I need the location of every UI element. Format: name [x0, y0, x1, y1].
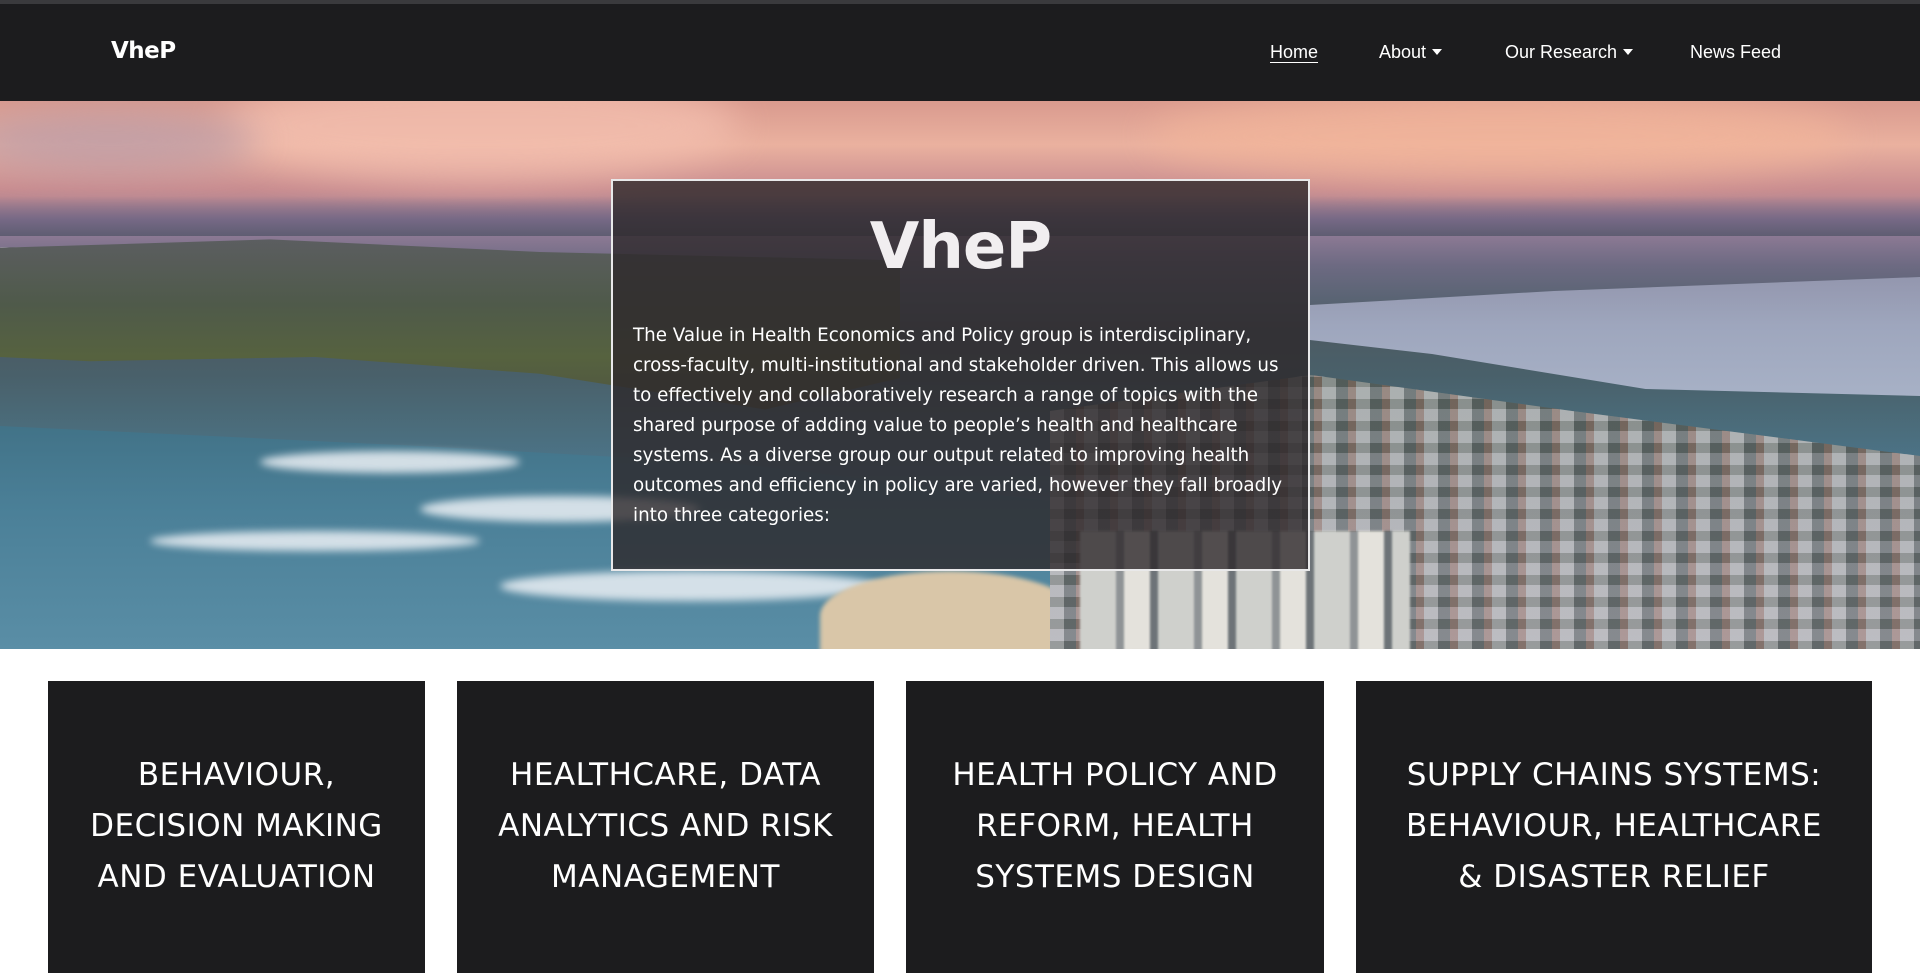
hero-description: The Value in Health Economics and Policy…	[633, 325, 1283, 526]
nav-home-link[interactable]: Home	[1270, 42, 1318, 63]
top-navbar: VheP Home About Our Research News Feed	[0, 4, 1920, 101]
harbour-water	[1310, 277, 1920, 396]
caret-down-icon	[1623, 49, 1634, 55]
hero-title: VheP	[869, 210, 1052, 284]
cloud-shape	[0, 111, 260, 171]
research-card-title: SUPPLY CHAINS SYSTEMS: BEHAVIOUR, HEALTH…	[1406, 757, 1822, 895]
surf-wave	[500, 571, 880, 601]
research-card-healthcare-data[interactable]: HEALTHCARE, DATA ANALYTICS AND RISK MANA…	[457, 681, 874, 973]
research-card-behaviour[interactable]: BEHAVIOUR, DECISION MAKING AND EVALUATIO…	[48, 681, 425, 973]
nav-our-research-label: Our Research	[1505, 42, 1618, 62]
nav-about-label: About	[1379, 42, 1427, 62]
research-card-supply-chains[interactable]: SUPPLY CHAINS SYSTEMS: BEHAVIOUR, HEALTH…	[1356, 681, 1872, 973]
cloud-shape	[1150, 101, 1850, 181]
surf-wave	[260, 451, 520, 473]
surf-wave	[150, 531, 480, 551]
intro-overlay-panel: VheP The Value in Health Economics and P…	[611, 179, 1310, 571]
nav-news-feed-link[interactable]: News Feed	[1690, 42, 1781, 63]
research-card-health-policy[interactable]: HEALTH POLICY AND REFORM, HEALTH SYSTEMS…	[906, 681, 1324, 973]
nav-our-research-dropdown[interactable]: Our Research	[1505, 42, 1634, 63]
research-card-title: HEALTHCARE, DATA ANALYTICS AND RISK MANA…	[498, 757, 833, 895]
nav-home-label: Home	[1270, 42, 1319, 62]
cloud-shape	[220, 101, 740, 181]
nav-about-dropdown[interactable]: About	[1379, 42, 1443, 63]
research-card-title: BEHAVIOUR, DECISION MAKING AND EVALUATIO…	[90, 757, 383, 895]
nav-news-feed-label: News Feed	[1690, 42, 1782, 62]
caret-down-icon	[1432, 49, 1443, 55]
research-card-title: HEALTH POLICY AND REFORM, HEALTH SYSTEMS…	[952, 757, 1278, 895]
brand-logo-link[interactable]: VheP	[111, 38, 176, 64]
